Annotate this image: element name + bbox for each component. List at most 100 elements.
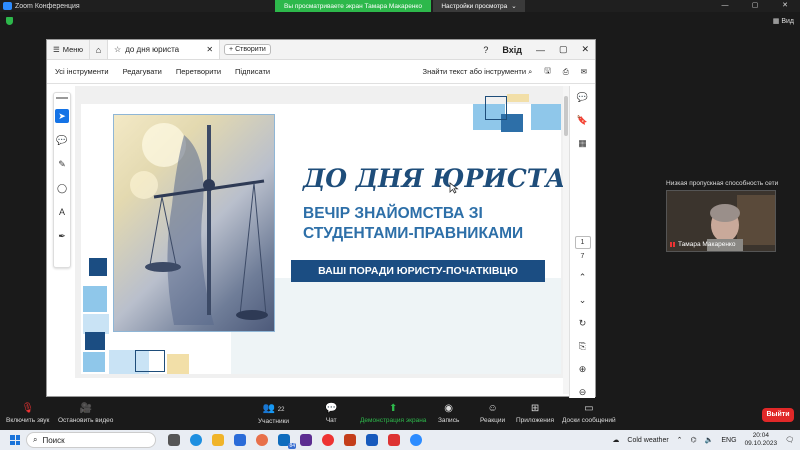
- slide-subtitle: ВЕЧІР ЗНАЙОМСТВА ЗІ СТУДЕНТАМИ-ПРАВНИКАМ…: [303, 204, 563, 244]
- zoom-in-icon[interactable]: ⊕: [579, 364, 587, 375]
- document-canvas[interactable]: ДО ДНЯ ЮРИСТА: ВЕЧІР ЗНАЙОМСТВА ЗІ СТУДЕ…: [75, 86, 565, 378]
- participant-name-label: Тамара Макаренко: [670, 241, 735, 248]
- pen-icon[interactable]: ✎: [55, 157, 69, 171]
- login-button[interactable]: Вхід: [502, 45, 522, 55]
- maximize-icon[interactable]: ▢: [559, 44, 568, 55]
- close-icon[interactable]: ✕: [770, 0, 800, 12]
- apps-button[interactable]: ⊞ Приложения: [516, 403, 554, 424]
- network-icon[interactable]: ⌬: [691, 436, 697, 444]
- file-explorer-icon[interactable]: [212, 434, 224, 446]
- whiteboards-button[interactable]: ▭ Доски сообщений: [562, 403, 616, 424]
- toolbar-right: Знайти текст або інструменти ⌕ 🖫 ⎙ ✉: [423, 65, 587, 78]
- drag-handle[interactable]: [56, 97, 68, 99]
- save-icon[interactable]: 🖫: [544, 65, 550, 78]
- chevron-up-icon[interactable]: ⌃: [579, 272, 587, 283]
- thumbnails-icon[interactable]: ▦: [578, 138, 587, 149]
- text-box-icon[interactable]: A: [55, 205, 69, 219]
- chevron-down-icon[interactable]: ⌄: [579, 295, 587, 306]
- notifications-icon[interactable]: 🗨: [785, 436, 794, 444]
- menu-button[interactable]: ☰ Меню: [47, 40, 91, 59]
- decor-square: [83, 286, 107, 312]
- menu-label: Меню: [62, 45, 84, 54]
- acrobat-icon[interactable]: [388, 434, 400, 446]
- sign-icon[interactable]: ✒: [55, 229, 69, 243]
- select-cursor-icon[interactable]: ➤: [55, 109, 69, 123]
- edit-tab[interactable]: Редагувати: [123, 67, 162, 76]
- zoom-window-title: Zoom Конференция: [15, 2, 80, 10]
- chat-button[interactable]: 💬 Чат: [325, 403, 337, 424]
- word-icon[interactable]: [366, 434, 378, 446]
- task-view-icon[interactable]: [168, 434, 180, 446]
- search-icon: ⌕: [33, 435, 38, 444]
- window-controls: — ▢ ✕: [710, 0, 800, 12]
- participant-video[interactable]: Тамара Макаренко: [666, 190, 776, 252]
- language-indicator[interactable]: ENG: [721, 437, 736, 444]
- search-tools[interactable]: Знайти текст або інструменти ⌕: [423, 67, 533, 77]
- mail-icon[interactable]: 84: [278, 434, 296, 449]
- view-options-button[interactable]: Настройки просмотра ⌄: [433, 0, 525, 12]
- reactions-label: Реакции: [480, 417, 506, 424]
- unmute-label: Включить звук: [6, 417, 50, 424]
- minimize-icon[interactable]: —: [536, 45, 545, 55]
- comment-icon[interactable]: 💬: [55, 133, 69, 147]
- justice-statue-photo: [113, 114, 275, 332]
- scrollbar-thumb[interactable]: [564, 96, 568, 136]
- mail-icon[interactable]: ✉: [581, 67, 587, 76]
- minimize-icon[interactable]: —: [710, 0, 740, 12]
- record-button[interactable]: ◉ Запись: [438, 403, 459, 424]
- decor-square: [89, 258, 107, 276]
- weather-label[interactable]: Cold weather: [627, 437, 668, 444]
- sign-tab[interactable]: Підписати: [235, 67, 270, 76]
- tab-document[interactable]: ☆ до дня юриста ✕: [108, 40, 221, 59]
- tab-close-icon[interactable]: ✕: [206, 45, 213, 54]
- clock[interactable]: 20:04 09.10.2023: [745, 432, 778, 448]
- unmute-button[interactable]: 🎙 Включить звук: [6, 403, 49, 424]
- stop-video-label: Остановить видео: [58, 417, 114, 424]
- quick-tools-panel: ➤ 💬 ✎ ◯ A ✒: [53, 92, 71, 268]
- zoom-icon[interactable]: [410, 434, 422, 446]
- tray-expand-icon[interactable]: ⌃: [677, 436, 683, 444]
- slide-subtitle-line1: ВЕЧІР ЗНАЙОМСТВА ЗІ: [303, 205, 483, 222]
- all-tools-tab[interactable]: Усі інструменти: [55, 67, 109, 76]
- close-icon[interactable]: ✕: [581, 44, 589, 55]
- star-icon[interactable]: ☆: [114, 45, 121, 54]
- decor-square: [83, 352, 105, 372]
- bookmark-icon[interactable]: 🔖: [577, 115, 588, 126]
- view-button[interactable]: ▦ Вид: [773, 17, 794, 25]
- participants-icon: 👥 22: [262, 403, 285, 414]
- share-screen-button[interactable]: ⬆ Демонстрация экрана: [360, 403, 426, 424]
- edge-icon[interactable]: [190, 434, 202, 446]
- page-number-input[interactable]: 1: [574, 236, 591, 249]
- create-tab-button[interactable]: + Створити: [224, 44, 271, 55]
- weather-icon[interactable]: ☁: [612, 436, 619, 444]
- zoom-out-icon[interactable]: ⊖: [579, 387, 587, 398]
- convert-tab[interactable]: Перетворити: [176, 67, 221, 76]
- participants-button[interactable]: 👥 22 Участники: [258, 403, 289, 425]
- comment-panel-icon[interactable]: 💬: [577, 92, 588, 103]
- clock-time: 20:04: [752, 432, 769, 439]
- extract-icon[interactable]: ⎘: [579, 341, 586, 352]
- volume-icon[interactable]: 🔈: [705, 436, 714, 444]
- windows-start-icon[interactable]: [10, 435, 20, 445]
- smiley-icon: ☺: [487, 403, 498, 414]
- maximize-icon[interactable]: ▢: [740, 0, 770, 12]
- hamburger-icon: ☰: [53, 45, 60, 54]
- powerpoint-icon[interactable]: [344, 434, 356, 446]
- teams-icon[interactable]: [300, 434, 312, 446]
- view-button-label: Вид: [781, 18, 794, 25]
- lasso-icon[interactable]: ◯: [55, 181, 69, 195]
- search-icon: ⌕: [528, 66, 533, 76]
- reactions-button[interactable]: ☺ Реакции: [480, 403, 505, 424]
- firefox-icon[interactable]: [256, 434, 268, 446]
- store-icon[interactable]: [234, 434, 246, 446]
- rotate-icon[interactable]: ↻: [579, 318, 587, 329]
- taskbar-search[interactable]: ⌕ Поиск: [26, 432, 156, 448]
- encryption-shield-icon[interactable]: [6, 17, 13, 25]
- slide-band: ВАШІ ПОРАДИ ЮРИСТУ-ПОЧАТКІВЦЮ: [291, 260, 545, 282]
- help-icon[interactable]: ?: [483, 45, 488, 55]
- print-icon[interactable]: ⎙: [563, 67, 569, 77]
- home-icon[interactable]: ⌂: [90, 40, 109, 59]
- chrome-icon[interactable]: [322, 434, 334, 446]
- stop-video-button[interactable]: 🎥 Остановить видео: [58, 403, 113, 424]
- leave-button[interactable]: Выйти: [762, 408, 794, 422]
